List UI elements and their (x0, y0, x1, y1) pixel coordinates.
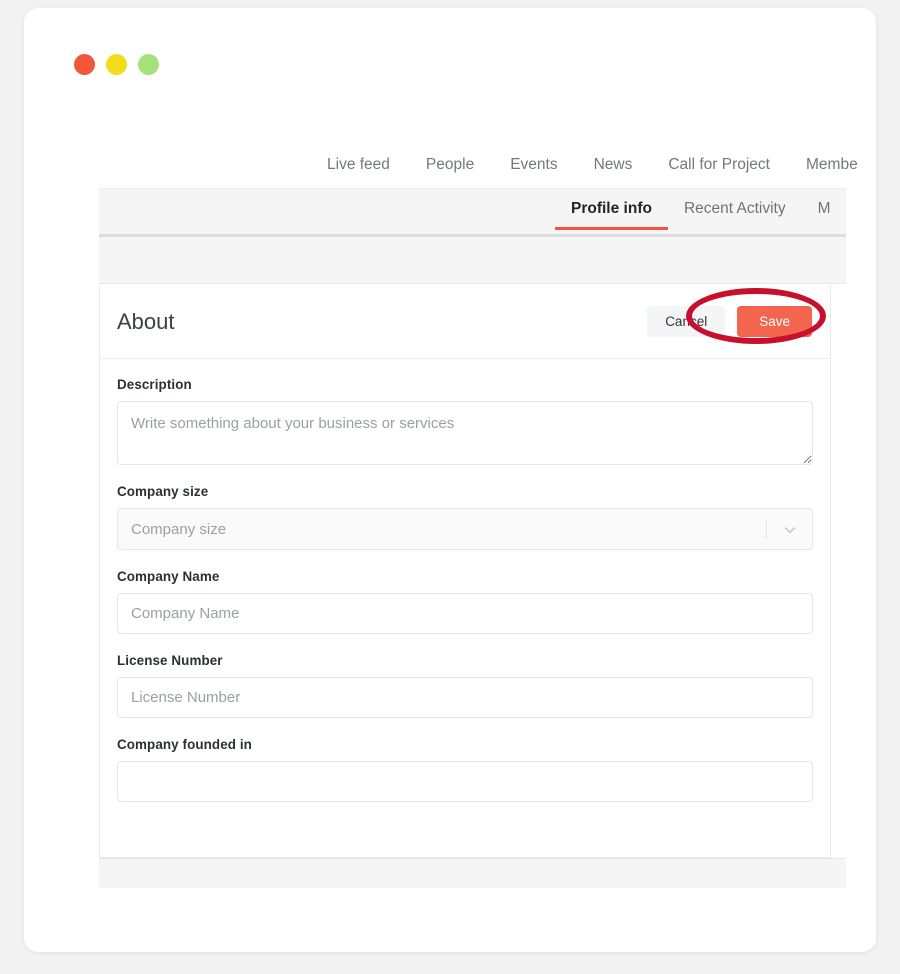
nav-item-live-feed[interactable]: Live feed (309, 156, 408, 174)
tab-profile-info[interactable]: Profile info (555, 196, 668, 230)
window-controls (74, 54, 159, 75)
company-name-label: Company Name (117, 569, 220, 584)
nav-item-news[interactable]: News (576, 156, 651, 174)
field-company-founded-in: Company founded in (117, 737, 813, 802)
content-viewport: Profile info Recent Activity M About Can… (99, 188, 846, 888)
main-navigation: Live feed People Events News Call for Pr… (24, 146, 876, 184)
field-license-number: License Number (117, 653, 813, 718)
about-card: About Cancel Save Description Company si… (99, 285, 831, 858)
close-window-icon[interactable] (74, 54, 95, 75)
license-number-input[interactable] (117, 677, 813, 718)
nav-item-members[interactable]: Membe (788, 156, 876, 174)
maximize-window-icon[interactable] (138, 54, 159, 75)
profile-tabs: Profile info Recent Activity M (99, 196, 846, 230)
nav-item-events[interactable]: Events (492, 156, 575, 174)
tab-profile-info-label: Profile info (571, 200, 652, 217)
minimize-window-icon[interactable] (106, 54, 127, 75)
company-size-label: Company size (117, 484, 209, 499)
content-footer-band (99, 858, 846, 888)
tab-more[interactable]: M (802, 196, 846, 230)
license-number-label: License Number (117, 653, 223, 668)
page-title: About (117, 308, 175, 334)
browser-window: Live feed People Events News Call for Pr… (24, 8, 876, 952)
save-button[interactable]: Save (737, 305, 812, 338)
company-founded-input[interactable] (117, 761, 813, 802)
company-name-input[interactable] (117, 593, 813, 634)
nav-item-people[interactable]: People (408, 156, 492, 174)
description-input[interactable] (117, 401, 813, 465)
company-founded-label: Company founded in (117, 737, 252, 752)
tab-active-underline (555, 226, 668, 230)
nav-item-call-for-project[interactable]: Call for Project (650, 156, 788, 174)
about-form: Description Company size Company size (100, 359, 830, 822)
browser-titlebar (24, 8, 876, 104)
tabs-baseline (99, 234, 846, 237)
field-company-size: Company size Company size (117, 484, 813, 550)
select-divider (766, 519, 767, 539)
about-card-header: About Cancel Save (100, 285, 830, 359)
description-label: Description (117, 377, 192, 392)
field-description: Description (117, 377, 813, 465)
tab-recent-activity-label: Recent Activity (683, 200, 786, 217)
company-size-select[interactable]: Company size (117, 508, 813, 550)
field-company-name: Company Name (117, 569, 813, 634)
cancel-button[interactable]: Cancel (647, 305, 726, 338)
header-actions: Cancel Save (647, 305, 812, 338)
tab-more-label: M (817, 200, 831, 217)
tab-recent-activity[interactable]: Recent Activity (668, 196, 802, 230)
company-size-select-wrap: Company size (117, 508, 813, 550)
